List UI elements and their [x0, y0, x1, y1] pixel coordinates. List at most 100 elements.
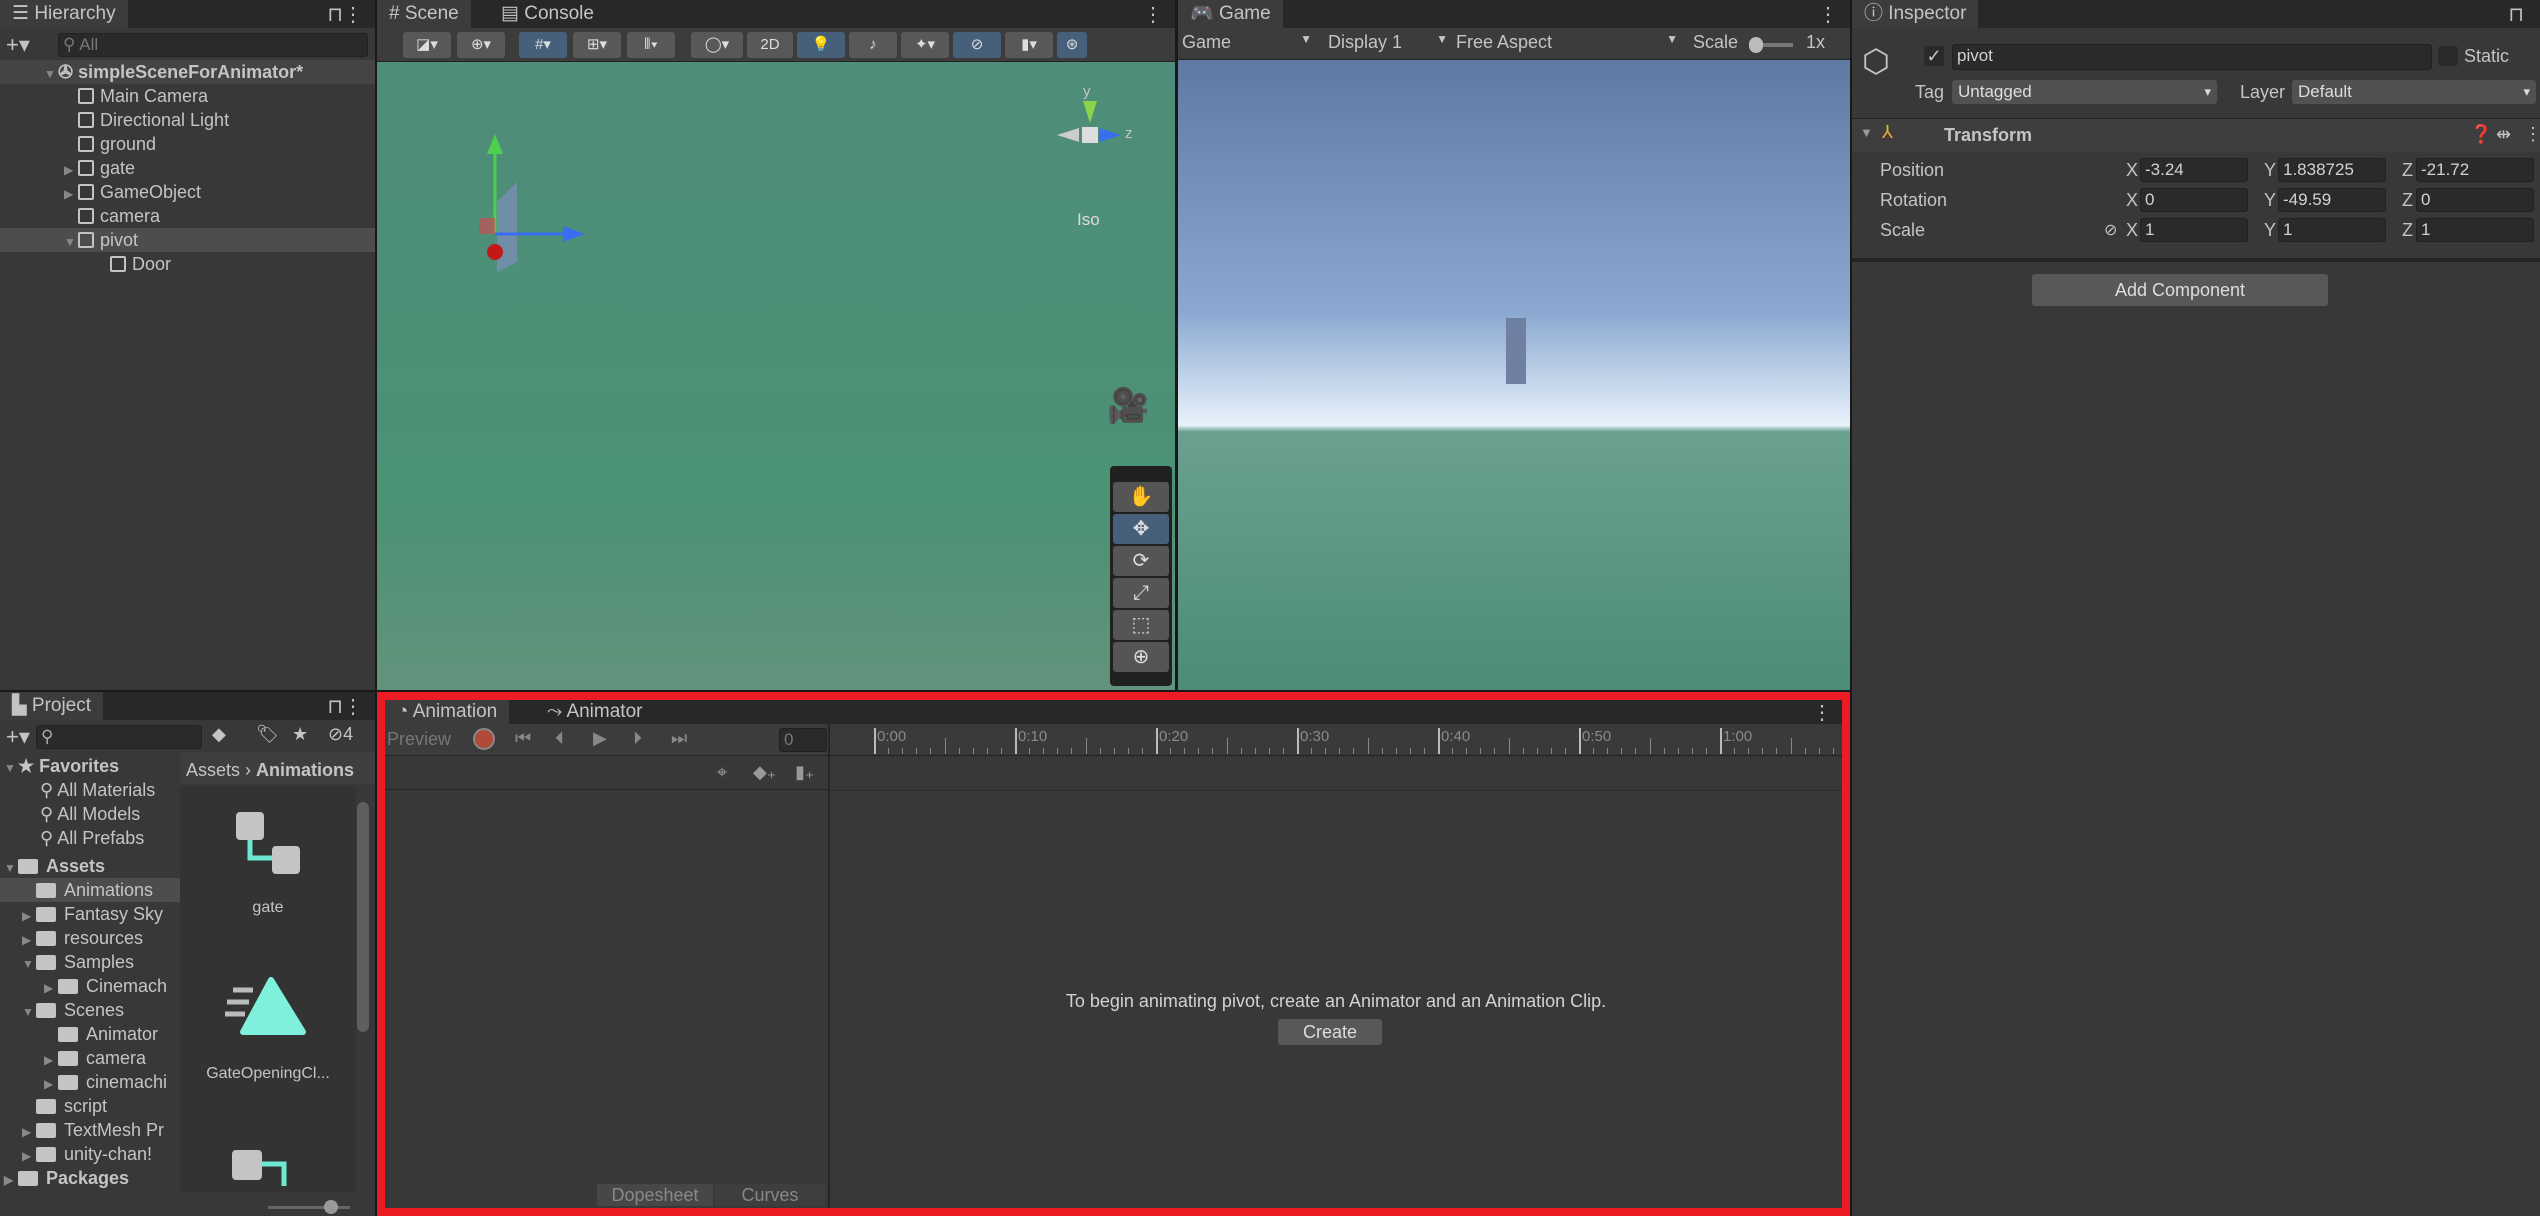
favorite-item[interactable]: ⚲ All Materials — [0, 778, 180, 802]
hierarchy-item[interactable]: ▶ gate — [0, 156, 375, 180]
hierarchy-item[interactable]: ▶ GameObject — [0, 180, 375, 204]
expand-arrow-icon[interactable]: ▼ — [64, 230, 78, 254]
create-button[interactable]: Create — [1278, 1019, 1382, 1045]
rotation-y-field[interactable]: -49.59 — [2278, 188, 2386, 212]
scale-x-field[interactable]: 1 — [2140, 218, 2248, 242]
orientation-gizmo[interactable]: y z — [1049, 83, 1133, 167]
door-object[interactable] — [497, 182, 517, 272]
packages-folder[interactable]: ▶ Packages — [0, 1166, 180, 1190]
presets-icon[interactable]: ⇹ — [2496, 124, 2511, 145]
expand-arrow-icon[interactable]: ▶ — [22, 1120, 36, 1144]
folder-item[interactable]: ▼ Samples — [0, 950, 180, 974]
expand-arrow-icon[interactable]: ▶ — [22, 1144, 36, 1168]
first-keyframe-button[interactable]: ⏮ — [515, 728, 531, 749]
position-z-field[interactable]: -21.72 — [2416, 158, 2534, 182]
name-field[interactable]: pivot — [1952, 44, 2432, 70]
help-icon[interactable]: ❓ — [2470, 124, 2492, 145]
favorite-filter-icon[interactable]: ★ — [292, 724, 308, 745]
favorite-item[interactable]: ⚲ All Models — [0, 802, 180, 826]
folder-item[interactable]: ▶ Fantasy Sky — [0, 902, 180, 926]
static-checkbox[interactable] — [2438, 46, 2458, 66]
tab-inspector[interactable]: ⓘ Inspector — [1852, 0, 1979, 28]
snap-button[interactable]: ⊞▾ — [573, 32, 621, 58]
asset-gate-opening-clip[interactable]: GateOpeningCl... — [180, 976, 356, 1083]
constrain-proportions-icon[interactable]: ⊘ — [2104, 220, 2117, 240]
rect-tool-button[interactable]: ⬚ — [1113, 610, 1169, 640]
more-menu-icon[interactable]: ⋮ — [343, 694, 363, 719]
lock-icon[interactable]: ⊓ — [327, 694, 343, 719]
folder-item[interactable]: script — [0, 1094, 180, 1118]
hierarchy-item[interactable]: Door — [0, 252, 375, 276]
expand-arrow-icon[interactable]: ▶ — [44, 1048, 58, 1072]
folder-item[interactable]: ▶ cinemachi — [0, 1070, 180, 1094]
more-menu-icon[interactable]: ⋮ — [1812, 700, 1832, 725]
lock-icon[interactable]: ⊓ — [2508, 2, 2524, 27]
asset-scrollbar[interactable] — [357, 802, 369, 1032]
folder-item[interactable]: ▶ resources — [0, 926, 180, 950]
expand-arrow-icon[interactable]: ▶ — [22, 928, 36, 952]
game-mode-dropdown[interactable]: Game ▼ — [1182, 32, 1312, 53]
hierarchy-search-input[interactable]: ⚲ All — [58, 33, 368, 57]
scale-z-field[interactable]: 1 — [2416, 218, 2534, 242]
more-menu-icon[interactable]: ⋮ — [343, 2, 363, 27]
folder-item[interactable]: ▼ Scenes — [0, 998, 180, 1022]
tab-scene[interactable]: # Scene — [377, 0, 471, 28]
create-button[interactable]: +▾ — [6, 724, 30, 750]
more-menu-icon[interactable]: ⋮ — [2524, 124, 2540, 145]
expand-arrow-icon[interactable]: ▶ — [44, 976, 58, 1000]
scale-slider[interactable] — [1749, 37, 1793, 53]
add-component-button[interactable]: Add Component — [2032, 274, 2328, 306]
lighting-toggle[interactable]: 💡 — [797, 32, 845, 58]
asset-gate[interactable]: gate — [180, 806, 356, 917]
shading-button[interactable]: ◯▾ — [691, 32, 743, 58]
preview-toggle[interactable]: Preview — [387, 729, 451, 750]
hierarchy-item[interactable]: camera — [0, 204, 375, 228]
tab-animator[interactable]: ⤳ Animator — [535, 700, 654, 724]
game-view[interactable] — [1178, 60, 1850, 690]
move-tool-button[interactable]: ✥ — [1113, 514, 1169, 544]
rotation-x-field[interactable]: 0 — [2140, 188, 2248, 212]
layer-dropdown[interactable]: Default — [2292, 80, 2536, 104]
type-filter-icon[interactable]: ◆ — [212, 724, 226, 745]
global-button[interactable]: ⊕▾ — [457, 32, 505, 58]
move-gizmo[interactable] — [437, 122, 617, 322]
tab-curves[interactable]: Curves — [715, 1184, 825, 1206]
position-y-field[interactable]: 1.838725 — [2278, 158, 2386, 182]
play-button[interactable]: ▶ — [593, 728, 607, 749]
more-menu-icon[interactable]: ⋮ — [1818, 2, 1838, 27]
folder-item[interactable]: Animator — [0, 1022, 180, 1046]
camera-button[interactable]: ▮▾ — [1005, 32, 1053, 58]
next-keyframe-button[interactable]: ⏵ — [633, 728, 642, 749]
icon-size-slider[interactable] — [268, 1200, 350, 1214]
add-keyframe-icon[interactable]: ◆₊ — [753, 762, 776, 783]
position-x-field[interactable]: -3.24 — [2140, 158, 2248, 182]
2d-toggle[interactable]: 2D — [747, 32, 793, 58]
active-checkbox[interactable]: ✓ — [1924, 46, 1944, 66]
filter-selection-icon[interactable]: ⌖ — [717, 762, 727, 783]
z-axis-handle[interactable] — [563, 226, 585, 242]
favorites-header[interactable]: ▼ ★ Favorites — [0, 754, 180, 778]
tab-project[interactable]: ▙ Project — [0, 692, 104, 720]
lock-icon[interactable]: ⊓ — [327, 2, 343, 27]
scale-tool-button[interactable]: ⤢ — [1113, 578, 1169, 608]
hierarchy-item[interactable]: Directional Light — [0, 108, 375, 132]
hand-tool-button[interactable]: ✋ — [1113, 482, 1169, 512]
scale-y-field[interactable]: 1 — [2278, 218, 2386, 242]
gizmos-button[interactable]: ⊛ — [1057, 32, 1087, 58]
hierarchy-item[interactable]: ground — [0, 132, 375, 156]
scene-root[interactable]: ▼ ✇ simpleSceneForAnimator* — [0, 60, 375, 84]
tab-dopesheet[interactable]: Dopesheet — [597, 1184, 713, 1206]
frame-field[interactable]: 0 — [779, 728, 827, 752]
expand-arrow-icon[interactable]: ▶ — [64, 158, 78, 182]
more-menu-icon[interactable]: ⋮ — [1143, 2, 1163, 27]
folder-item[interactable]: ▶ Cinemach — [0, 974, 180, 998]
hierarchy-item[interactable]: ▼ pivot — [0, 228, 375, 252]
transform-header[interactable]: ▼ ⅄ Transform ❓ ⇹ ⋮ — [1852, 118, 2540, 152]
display-dropdown[interactable]: Display 1 ▼ — [1328, 32, 1448, 53]
tab-hierarchy[interactable]: ☰ Hierarchy — [0, 0, 128, 28]
effects-button[interactable]: ✦▾ — [901, 32, 949, 58]
projection-label[interactable]: Iso — [1077, 210, 1100, 230]
folder-item[interactable]: ▶ camera — [0, 1046, 180, 1070]
draw-mode-button[interactable]: ◪▾ — [403, 32, 451, 58]
project-search-input[interactable]: ⚲ — [36, 725, 202, 749]
